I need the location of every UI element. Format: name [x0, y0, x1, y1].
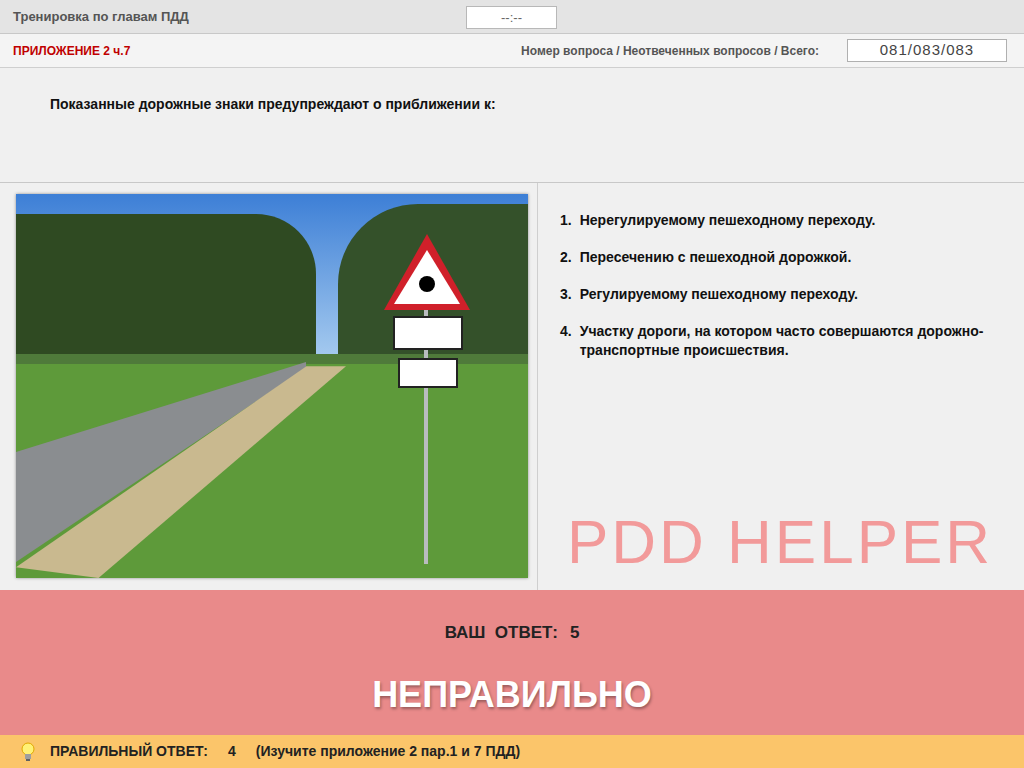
question-counter: 081/083/083	[847, 39, 1007, 62]
content-area: 1.Нерегулируемому пешеходному переходу. 2…	[0, 183, 1024, 590]
answer-option[interactable]: 1.Нерегулируемому пешеходному переходу.	[560, 211, 1000, 230]
test-screen: Тренировка по главам ПДД --:-- ПРИЛОЖЕНИ…	[0, 0, 1024, 768]
lightbulb-icon	[20, 742, 36, 762]
your-answer: ВАШ ОТВЕТ: 5	[445, 620, 580, 646]
watermark: PDD HELPER	[560, 508, 1000, 576]
top-bar: Тренировка по главам ПДД --:--	[0, 0, 1024, 34]
counter-label: Номер вопроса / Неотвеченных вопросов / …	[521, 42, 819, 60]
app-title: Тренировка по главам ПДД	[13, 7, 189, 27]
result-band: ВАШ ОТВЕТ: 5 НЕПРАВИЛЬНО	[0, 590, 1024, 735]
question-area: Показанные дорожные знаки предупреждают …	[0, 68, 1024, 183]
answer-option[interactable]: 2.Пересечению с пешеходной дорожкой.	[560, 248, 1000, 267]
section-label: ПРИЛОЖЕНИЕ 2 ч.7	[13, 42, 130, 60]
answer-option[interactable]: 3.Регулируемому пешеходному переходу.	[560, 285, 1000, 304]
question-text: Показанные дорожные знаки предупреждают …	[50, 94, 974, 115]
answer-option[interactable]: 4.Участку дороги, на котором часто совер…	[560, 322, 1000, 360]
road-sign-photo	[16, 194, 528, 578]
timer: --:--	[466, 6, 557, 29]
hint-bar: ПРАВИЛЬНЫЙ ОТВЕТ: 4 (Изучите приложение …	[0, 735, 1024, 768]
answer-list: 1.Нерегулируемому пешеходному переходу. 2…	[560, 211, 1000, 359]
verdict: НЕПРАВИЛЬНО	[372, 668, 652, 722]
sub-bar: ПРИЛОЖЕНИЕ 2 ч.7 Номер вопроса / Неотвеч…	[0, 34, 1024, 68]
image-panel	[0, 183, 538, 590]
answers-panel: 1.Нерегулируемому пешеходному переходу. 2…	[538, 183, 1024, 590]
